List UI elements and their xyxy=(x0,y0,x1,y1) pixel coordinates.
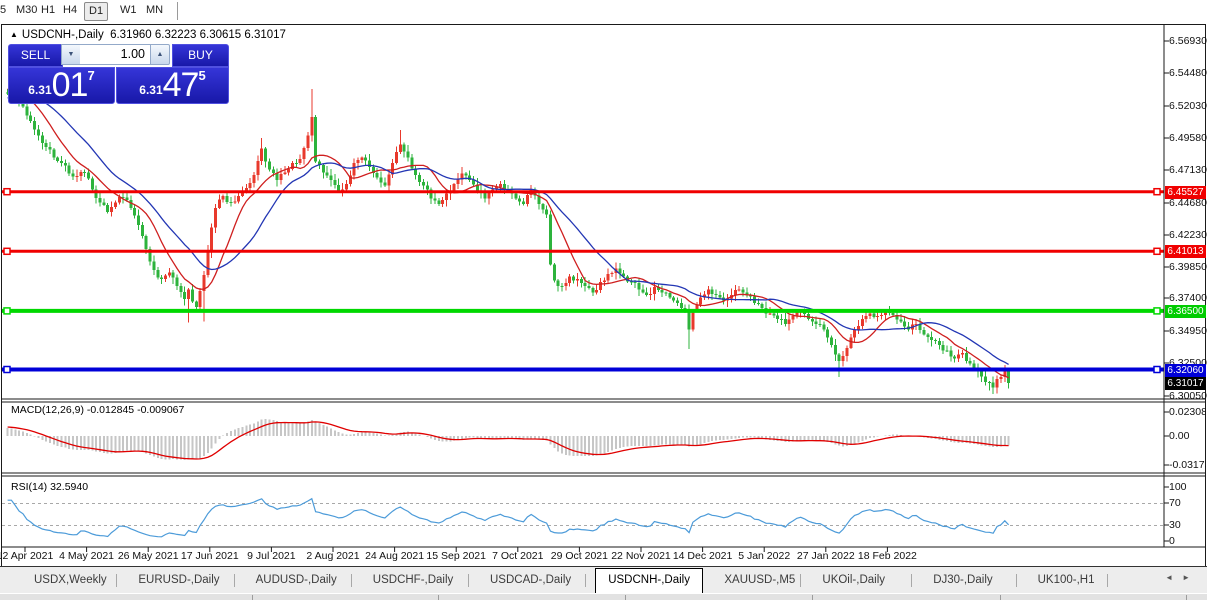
buy-price-big-digits: 47 xyxy=(162,66,200,104)
price-axis-label: 6.52030 xyxy=(1169,100,1207,112)
price-axis-label: 6.47130 xyxy=(1169,164,1207,176)
tab-separator xyxy=(1015,574,1017,587)
hline-anchor[interactable] xyxy=(1153,307,1161,315)
timeframe-button-h1[interactable]: H1 xyxy=(37,2,59,19)
rsi-axis-label: 0 xyxy=(1169,535,1175,547)
tab-scroll-arrows[interactable]: ◄► xyxy=(1165,573,1199,582)
buy-price-pip-digit: 5 xyxy=(198,68,206,83)
date-axis-label: 18 Feb 2022 xyxy=(857,550,917,562)
status-strip-divider xyxy=(438,595,439,600)
hline-anchor[interactable] xyxy=(1153,365,1161,374)
tab-separator xyxy=(116,574,118,587)
tab-separator xyxy=(350,574,352,587)
timeframe-button-5[interactable]: 5 xyxy=(0,2,10,19)
chart-tab-bar: USDX,Weekly EURUSD-,Daily AUDUSD-,Daily USD… xyxy=(0,566,1207,593)
sell-button[interactable]: SELL xyxy=(8,44,63,67)
macd-axis-label: -0.031732 xyxy=(1169,459,1206,471)
price-axis-label: 6.39850 xyxy=(1169,261,1207,273)
price-axis-label: 6.49580 xyxy=(1169,132,1207,144)
rsi-axis-label: 30 xyxy=(1169,519,1181,531)
volume-input[interactable]: 1.00 xyxy=(80,44,150,65)
hline-anchor[interactable] xyxy=(3,187,11,196)
rsi-indicator-label: RSI(14) 32.5940 xyxy=(11,481,89,493)
chart-tab-ukoil-daily[interactable]: UKOil-,Daily xyxy=(810,570,897,591)
tab-separator xyxy=(1107,574,1109,587)
status-strip xyxy=(0,593,1207,600)
tab-separator xyxy=(800,574,802,587)
chart-tab-usdchf-daily[interactable]: USDCHF-,Daily xyxy=(361,570,466,591)
status-strip-divider xyxy=(1000,595,1001,600)
rsi-axis-label: 70 xyxy=(1169,497,1181,509)
trading-terminal: 5 M30 H1 H4 D1 W1 MN ▲ USDCNH-,Daily 6.31960 6.… xyxy=(0,0,1207,600)
buy-price-prefix: 6.31 xyxy=(139,83,163,97)
hline-price-badge: 6.45527 xyxy=(1165,186,1206,199)
chart-tab-xauusd-m5[interactable]: XAUUSD-,M5 xyxy=(712,570,807,591)
symbol-period-label: USDCNH-,Daily xyxy=(21,29,104,41)
ma-fast-line xyxy=(7,88,1009,379)
chart-tab-usdcnh-daily[interactable]: USDCNH-,Daily xyxy=(595,568,703,593)
chart-tab-usdx-weekly[interactable]: USDX,Weekly xyxy=(22,570,119,591)
hline-price-badge: 6.41013 xyxy=(1165,245,1206,258)
one-click-trading-panel: SELL ▼ 1.00 ▲ BUY 6.31017 6.31475 xyxy=(8,44,229,104)
macd-axis-label: 0.00 xyxy=(1169,430,1190,442)
hline-anchor[interactable] xyxy=(3,247,11,256)
hline-anchor[interactable] xyxy=(3,307,11,315)
macd-axis-label: 0.023089 xyxy=(1169,406,1206,418)
hline-price-badge: 6.32060 xyxy=(1165,364,1206,377)
sell-price-prefix: 6.31 xyxy=(28,83,52,97)
chart-tab-uk100-h1[interactable]: UK100-,H1 xyxy=(1026,570,1107,591)
volume-increase-button[interactable]: ▲ xyxy=(150,44,170,65)
chart-window[interactable] xyxy=(1,24,1206,567)
sell-price-big-digits: 01 xyxy=(51,66,89,104)
sell-price-display[interactable]: 6.31017 xyxy=(8,67,115,104)
tab-separator xyxy=(585,574,587,587)
timeframe-button-mn[interactable]: MN xyxy=(142,2,167,19)
timeframe-button-h4[interactable]: H4 xyxy=(59,2,81,19)
tab-separator xyxy=(233,574,235,587)
hline-anchor[interactable] xyxy=(1153,187,1161,196)
status-strip-divider xyxy=(625,595,626,600)
tab-separator xyxy=(911,574,913,587)
status-strip-divider xyxy=(252,595,253,600)
chart-tab-eurusd-daily[interactable]: EURUSD-,Daily xyxy=(126,570,231,591)
candlesticks-group xyxy=(6,88,1011,394)
buy-price-display[interactable]: 6.31475 xyxy=(116,67,229,104)
tab-separator xyxy=(468,574,469,587)
hline-anchor[interactable] xyxy=(1153,247,1161,256)
macd-indicator-label: MACD(12,26,9) -0.012845 -0.009067 xyxy=(11,404,185,416)
status-strip-divider xyxy=(1186,595,1187,600)
rsi-line xyxy=(7,497,1010,538)
timeframe-button-d1[interactable]: D1 xyxy=(84,2,109,21)
sell-price-pip-digit: 7 xyxy=(87,68,95,83)
ohlc-readout: 6.31960 6.32223 6.30615 6.31017 xyxy=(110,29,286,41)
hline-price-badge: 6.36500 xyxy=(1165,305,1206,318)
rsi-axis-label: 100 xyxy=(1169,481,1187,493)
price-axis-label: 6.54480 xyxy=(1169,67,1207,79)
price-axis-label: 6.56930 xyxy=(1169,35,1207,47)
buy-button[interactable]: BUY xyxy=(172,44,229,67)
price-chart-canvas[interactable] xyxy=(2,25,1205,565)
timeframe-button-w1[interactable]: W1 xyxy=(116,2,141,19)
chart-tab-audusd-daily[interactable]: AUDUSD-,Daily xyxy=(244,570,349,591)
collapse-triangle-icon[interactable]: ▲ xyxy=(10,30,18,39)
price-axis-label: 6.42230 xyxy=(1169,229,1207,241)
price-axis-label: 6.34950 xyxy=(1169,325,1207,337)
hline-anchor[interactable] xyxy=(3,365,11,374)
price-axis-label: 6.37400 xyxy=(1169,292,1207,304)
chart-tab-dj30-daily[interactable]: DJ30-,Daily xyxy=(921,570,1004,591)
current-price-badge: 6.31017 xyxy=(1165,377,1206,390)
price-axis-label: 6.30050 xyxy=(1169,390,1207,402)
chart-tab-usdcad-daily[interactable]: USDCAD-,Daily xyxy=(478,570,583,591)
volume-decrease-button[interactable]: ▼ xyxy=(61,44,81,65)
toolbar-separator xyxy=(177,2,179,20)
timeframe-toolbar: 5 M30 H1 H4 D1 W1 MN xyxy=(0,0,1207,24)
chart-title: ▲ USDCNH-,Daily 6.31960 6.32223 6.30615 6… xyxy=(10,29,286,41)
status-strip-divider xyxy=(812,595,813,600)
